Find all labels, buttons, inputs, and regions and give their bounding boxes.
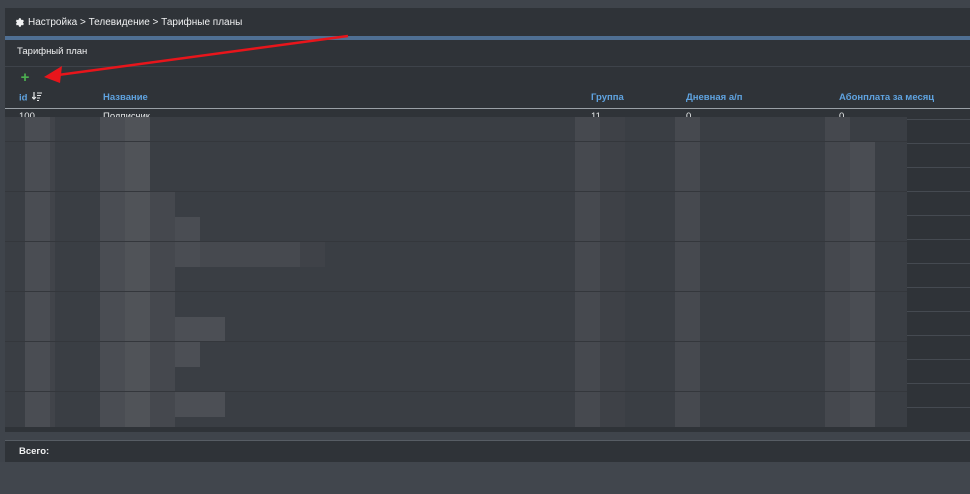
divider (5, 66, 970, 67)
add-button[interactable]: + (18, 68, 32, 86)
sort-desc-icon[interactable] (31, 92, 43, 104)
gear-icon (15, 17, 24, 27)
breadcrumb: Настройка > Телевидение > Тарифные планы (5, 8, 970, 36)
table-header: id Название Группа Дневная а/п Абонплата… (5, 90, 970, 108)
breadcrumb-text[interactable]: Настройка > Телевидение > Тарифные планы (28, 17, 242, 28)
panel-title: Тарифный план (17, 46, 88, 57)
bottom-strip (0, 462, 970, 494)
column-header-daily-fee[interactable]: Дневная а/п (686, 92, 743, 103)
column-header-group[interactable]: Группа (591, 92, 624, 103)
column-header-monthly-fee[interactable]: Абонплата за месяц (839, 92, 934, 103)
column-header-id[interactable]: id (19, 92, 43, 104)
redacted-table-content (5, 117, 907, 427)
total-label: Всего: (19, 446, 50, 457)
header-divider (5, 108, 970, 109)
column-header-name[interactable]: Название (103, 92, 148, 103)
top-strip (0, 0, 970, 8)
plus-icon: + (20, 68, 30, 86)
table-footer: Всего: (5, 440, 970, 462)
